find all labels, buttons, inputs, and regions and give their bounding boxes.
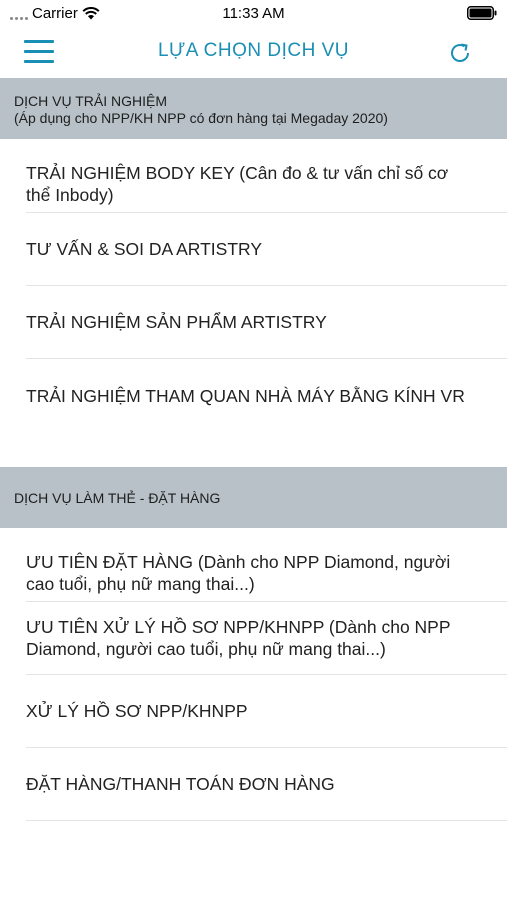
section-header-card-order: DỊCH VỤ LÀM THẺ - ĐẶT HÀNG: [0, 467, 507, 528]
list-item[interactable]: ƯU TIÊN XỬ LÝ HỒ SƠ NPP/KHNPP (Dành cho …: [26, 602, 507, 675]
battery-icon: [467, 6, 497, 20]
navigation-bar: LỰA CHỌN DỊCH VỤ: [0, 28, 507, 78]
list-item-label: TƯ VẤN & SOI DA ARTISTRY: [26, 239, 263, 259]
list-item[interactable]: XỬ LÝ HỒ SƠ NPP/KHNPP: [26, 675, 507, 748]
list-item[interactable]: TRẢI NGHIỆM THAM QUAN NHÀ MÁY BẰNG KÍNH …: [26, 359, 507, 432]
refresh-icon[interactable]: [447, 40, 473, 66]
list-item[interactable]: ƯU TIÊN ĐẶT HÀNG (Dành cho NPP Diamond, …: [26, 544, 507, 602]
status-bar: Carrier 11:33 AM: [0, 0, 507, 28]
list-item-label: TRẢI NGHIỆM SẢN PHẨM ARTISTRY: [26, 312, 327, 332]
section-subtitle: (Áp dụng cho NPP/KH NPP có đơn hàng tại …: [14, 110, 388, 126]
section-header-experience: DỊCH VỤ TRẢI NGHIỆM (Áp dụng cho NPP/KH …: [0, 78, 507, 139]
list-item[interactable]: TRẢI NGHIỆM SẢN PHẨM ARTISTRY: [26, 286, 507, 359]
list-item[interactable]: ĐẶT HÀNG/THANH TOÁN ĐƠN HÀNG: [26, 748, 507, 821]
list-item-label: ĐẶT HÀNG/THANH TOÁN ĐƠN HÀNG: [26, 774, 335, 794]
section-title: DỊCH VỤ TRẢI NGHIỆM: [14, 93, 167, 109]
status-time: 11:33 AM: [222, 5, 285, 22]
list-item-label: TRẢI NGHIỆM THAM QUAN NHÀ MÁY BẰNG KÍNH …: [26, 385, 465, 406]
list-item[interactable]: TRẢI NGHIỆM BODY KEY (Cân đo & tư vấn ch…: [26, 155, 507, 213]
list-item-label: ƯU TIÊN ĐẶT HÀNG (Dành cho NPP Diamond, …: [26, 551, 451, 594]
list-item-label: XỬ LÝ HỒ SƠ NPP/KHNPP: [26, 701, 248, 721]
list-item-label: TRẢI NGHIỆM BODY KEY (Cân đo & tư vấn ch…: [26, 162, 449, 205]
page-title: LỰA CHỌN DỊCH VỤ: [157, 40, 350, 61]
list-item-label: ƯU TIÊN XỬ LÝ HỒ SƠ NPP/KHNPP (Dành cho …: [26, 617, 451, 659]
list-item[interactable]: TƯ VẤN & SOI DA ARTISTRY: [26, 213, 507, 286]
section-title: DỊCH VỤ LÀM THẺ - ĐẶT HÀNG: [14, 489, 221, 506]
